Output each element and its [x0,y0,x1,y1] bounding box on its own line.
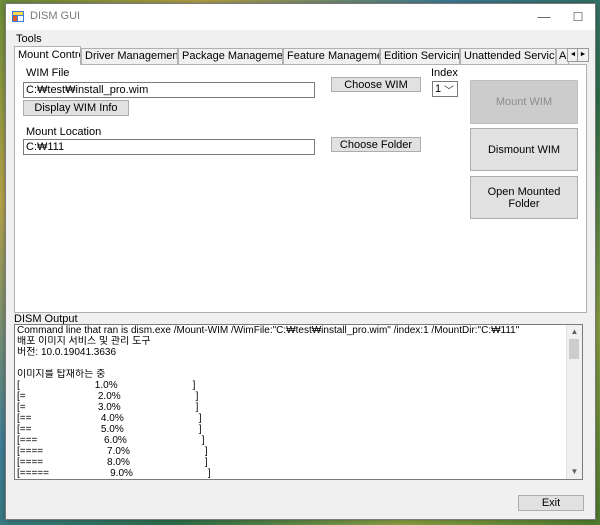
tab-feature-management[interactable]: Feature Management [283,48,380,64]
output-line: [ 1.0% ] [17,380,196,391]
tab-mount-control[interactable]: Mount Control [14,46,81,65]
output-line: [== 5.0% ] [17,424,202,435]
output-scrollbar[interactable]: ▲ ▼ [566,325,582,479]
tab-unattended-servicing[interactable]: Unattended Servicing [460,48,556,64]
choose-wim-button[interactable]: Choose WIM [331,77,421,92]
output-line: [==== 8.0% ] [17,457,208,468]
title-bar: DISM GUI — ☐ [6,4,595,30]
output-line: Command line that ran is dism.exe /Mount… [17,325,520,336]
dismount-wim-button[interactable]: Dismount WIM [470,128,578,171]
chevron-down-icon: ﹀ [444,86,454,97]
mount-location-label: Mount Location [26,126,102,138]
display-wim-info-button[interactable]: Display WIM Info [23,100,129,116]
output-line: 배포 이미지 서비스 및 관리 도구 [17,336,151,347]
output-line: [= 3.0% ] [17,402,199,413]
wim-file-label: WIM File [26,67,70,79]
output-line: [==== 7.0% ] [17,446,208,457]
output-line: 버전: 10.0.19041.3636 [17,347,117,358]
menu-tools[interactable]: Tools [14,32,44,46]
output-line: [== 4.0% ] [17,413,202,424]
dism-output-textbox[interactable]: Command line that ran is dism.exe /Mount… [14,324,583,480]
wim-file-input[interactable]: C:₩test₩install_pro.wim [23,82,315,98]
open-mounted-folder-button[interactable]: Open Mounted Folder [470,176,578,219]
output-line: [=== 6.0% ] [17,435,205,446]
window-title: DISM GUI [30,10,81,22]
scroll-up-icon[interactable]: ▲ [567,325,582,339]
tab-edition-servicing[interactable]: Edition Servicing [380,48,460,64]
output-lines: Command line that ran is dism.exe /Mount… [17,325,567,480]
tab-strip: Mount Control Driver Management Package … [14,46,589,65]
output-line: 이미지를 탑재하는 중 [17,369,106,380]
exit-button[interactable]: Exit [518,495,584,511]
index-select[interactable]: 1 ﹀ [432,81,458,97]
tab-driver-management[interactable]: Driver Management [81,48,178,64]
tab-package-management[interactable]: Package Management [178,48,283,64]
choose-folder-button[interactable]: Choose Folder [331,137,421,152]
app-icon [12,11,24,22]
tab-scroll-right-icon[interactable]: ► [577,48,589,62]
output-line: [= 2.0% ] [17,391,199,402]
scroll-thumb[interactable] [569,339,579,359]
mount-location-input[interactable]: C:₩111 [23,139,315,155]
scroll-down-icon[interactable]: ▼ [567,465,582,479]
index-label: Index [431,67,458,79]
mount-wim-button[interactable]: Mount WIM [470,80,578,124]
output-line: [===== 9.0% ] [17,468,211,479]
index-value: 1 [435,83,442,95]
mount-control-panel: WIM File C:₩test₩install_pro.wim Choose … [14,64,587,313]
dism-gui-window: DISM GUI — ☐ Tools Mount Control Driver … [5,3,596,520]
output-line: [===== 10.0% ] [17,479,567,480]
